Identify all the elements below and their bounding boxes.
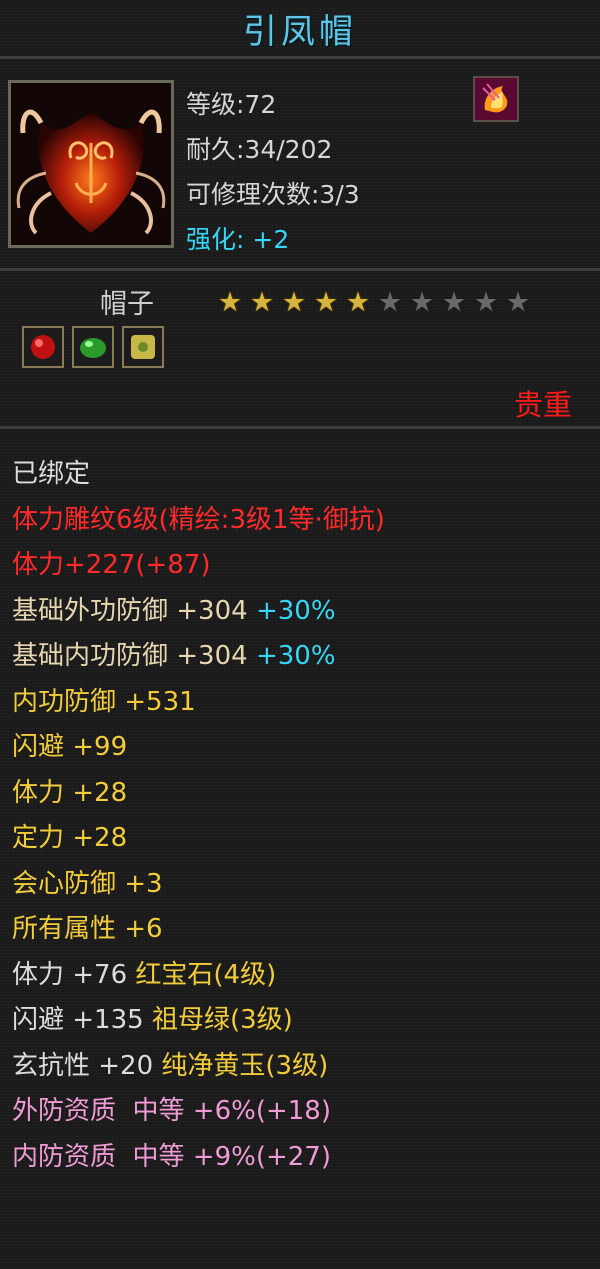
item-tooltip: 引凤帽 等级:72 耐久:34/202 可修理次数:3/3 强化: +2 帽子 … [0, 0, 600, 1269]
red-gem-icon[interactable] [22, 326, 64, 368]
basic-int-def-pct: +30% [255, 641, 336, 671]
stamina-stat: 体力 +28 [12, 777, 128, 808]
title-bar: 引凤帽 [0, 0, 600, 59]
yellow-jade-icon[interactable] [122, 326, 164, 368]
star-empty-icon: ★ [377, 287, 403, 318]
basic-ext-def-pct: +30% [255, 595, 336, 626]
item-info: 等级:72 耐久:34/202 可修理次数:3/3 强化: +2 [186, 82, 360, 262]
basic-int-def-value: 基础内功防御 +304 [12, 641, 248, 671]
all-attr-stat: 所有属性 +6 [12, 914, 163, 944]
item-enhance: 强化: +2 [186, 217, 360, 262]
flame-fan-icon[interactable] [473, 76, 519, 122]
star-filled-icon: ★ [281, 287, 307, 318]
gem-resist-name: 纯净黄玉(3级) [161, 1050, 329, 1081]
enhance-value: +2 [252, 225, 290, 254]
gem-dodge-name: 祖母绿(3级) [151, 1005, 293, 1035]
int-def-stat: 内功防御 +531 [12, 686, 196, 717]
enhance-label: 强化: [186, 225, 245, 254]
star-filled-icon: ★ [249, 287, 275, 318]
crit-def-stat: 会心防御 +3 [12, 868, 163, 899]
gem-stamina-value: 体力 +76 [12, 959, 128, 990]
star-filled-icon: ★ [313, 287, 339, 318]
star-rating: ★ ★ ★ ★ ★ ★ ★ ★ ★ ★ [214, 288, 534, 318]
gem-stamina-stat: 体力 +76 红宝石(4级) [12, 953, 385, 999]
star-filled-icon: ★ [217, 287, 243, 318]
dodge-stat: 闪避 +99 [12, 732, 128, 762]
green-gem-icon[interactable] [72, 326, 114, 368]
item-durability: 耐久:34/202 [186, 135, 333, 164]
gem-stamina-name: 红宝石(4级) [135, 959, 277, 990]
item-repairs: 可修理次数:3/3 [186, 180, 360, 209]
stamina-bonus-stat: 体力+227(+87) [12, 550, 211, 580]
item-name: 引凤帽 [243, 11, 357, 52]
star-empty-icon: ★ [505, 287, 531, 318]
star-empty-icon: ★ [441, 287, 467, 318]
gem-dodge-value: 闪避 +135 [12, 1005, 144, 1035]
item-rarity: 贵重 [513, 388, 572, 422]
stats-list: 已绑定 体力雕纹6级(精绘:3级1等·御抗) 体力+227(+87) 基础外功防… [12, 452, 385, 1180]
item-level: 等级:72 [186, 90, 277, 119]
basic-ext-def-stat: 基础外功防御 +304 +30% [12, 589, 385, 635]
ext-quality-stat: 外防资质 中等 +6%(+18) [12, 1096, 331, 1126]
int-quality-stat: 内防资质 中等 +9%(+27) [12, 1141, 331, 1172]
gem-dodge-stat: 闪避 +135 祖母绿(3级) [12, 998, 385, 1044]
gem-slots [22, 326, 164, 368]
star-empty-icon: ★ [473, 287, 499, 318]
basic-ext-def-value: 基础外功防御 +304 [12, 595, 248, 626]
gem-resist-stat: 玄抗性 +20 纯净黄玉(3级) [12, 1044, 385, 1090]
star-filled-icon: ★ [345, 287, 371, 318]
focus-stat: 定力 +28 [12, 823, 128, 853]
hat-item-icon[interactable] [8, 80, 174, 248]
bound-status: 已绑定 [12, 459, 91, 489]
star-empty-icon: ★ [409, 287, 435, 318]
gem-resist-value: 玄抗性 +20 [12, 1050, 154, 1081]
item-type-row: 帽子 ★ ★ ★ ★ ★ ★ ★ ★ ★ ★ 贵重 [0, 274, 600, 429]
item-type: 帽子 [100, 289, 154, 320]
basic-int-def-stat: 基础内功防御 +304 +30% [12, 634, 385, 680]
item-header: 等级:72 耐久:34/202 可修理次数:3/3 强化: +2 [0, 62, 600, 271]
engrave-stat: 体力雕纹6级(精绘:3级1等·御抗) [12, 504, 385, 535]
